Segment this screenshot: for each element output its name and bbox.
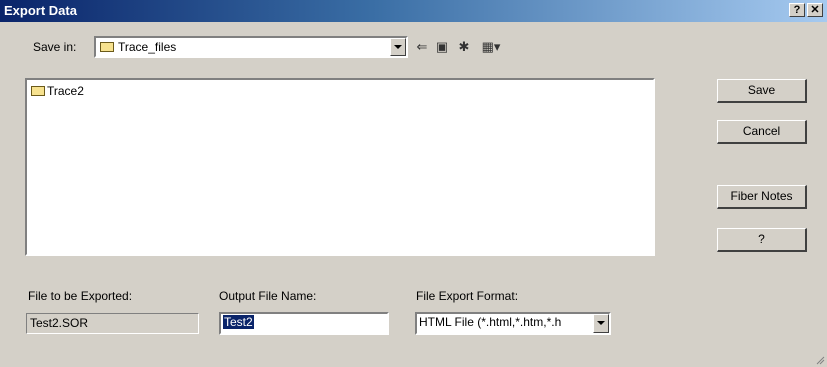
list-item-label: Trace2 — [47, 84, 84, 98]
chevron-down-icon[interactable] — [390, 38, 406, 56]
output-file-name-input[interactable]: Test2 — [219, 312, 389, 335]
view-menu-icon[interactable]: ▦▾ — [478, 39, 504, 55]
folder-icon — [100, 42, 114, 52]
dialog-title: Export Data — [4, 3, 77, 18]
save-in-label: Save in: — [33, 40, 77, 54]
fiber-notes-button[interactable]: Fiber Notes — [717, 185, 807, 209]
title-bar[interactable]: Export Data ? ✕ — [0, 0, 827, 22]
file-to-export-field: Test2.SOR — [26, 313, 199, 334]
resize-grip-icon[interactable] — [815, 355, 825, 365]
chevron-down-icon[interactable] — [593, 314, 609, 333]
help-button[interactable]: ? — [717, 228, 807, 252]
save-in-value: Trace_files — [118, 40, 177, 54]
file-export-format-select[interactable]: HTML File (*.html,*.htm,*.h — [415, 312, 611, 335]
output-file-name-label: Output File Name: — [219, 289, 317, 303]
file-to-export-value: Test2.SOR — [30, 316, 89, 330]
help-title-button[interactable]: ? — [789, 3, 805, 17]
file-export-format-value: HTML File (*.html,*.htm,*.h — [419, 315, 562, 329]
file-to-export-label: File to be Exported: — [28, 289, 133, 303]
cancel-button[interactable]: Cancel — [717, 120, 807, 144]
export-dialog: Export Data ? ✕ Save in: Trace_files ⇐ ▣… — [0, 0, 827, 367]
save-in-combo[interactable]: Trace_files — [94, 36, 408, 58]
up-folder-icon[interactable]: ▣ — [434, 39, 450, 55]
file-export-format-label: File Export Format: — [416, 289, 519, 303]
back-arrow-icon[interactable]: ⇐ — [414, 39, 430, 55]
new-folder-icon[interactable]: ✱ — [456, 39, 472, 55]
output-file-name-value: Test2 — [223, 315, 254, 329]
close-button[interactable]: ✕ — [807, 3, 823, 17]
save-button[interactable]: Save — [717, 79, 807, 103]
folder-icon — [31, 86, 45, 96]
file-list[interactable]: Trace2 — [25, 78, 655, 256]
